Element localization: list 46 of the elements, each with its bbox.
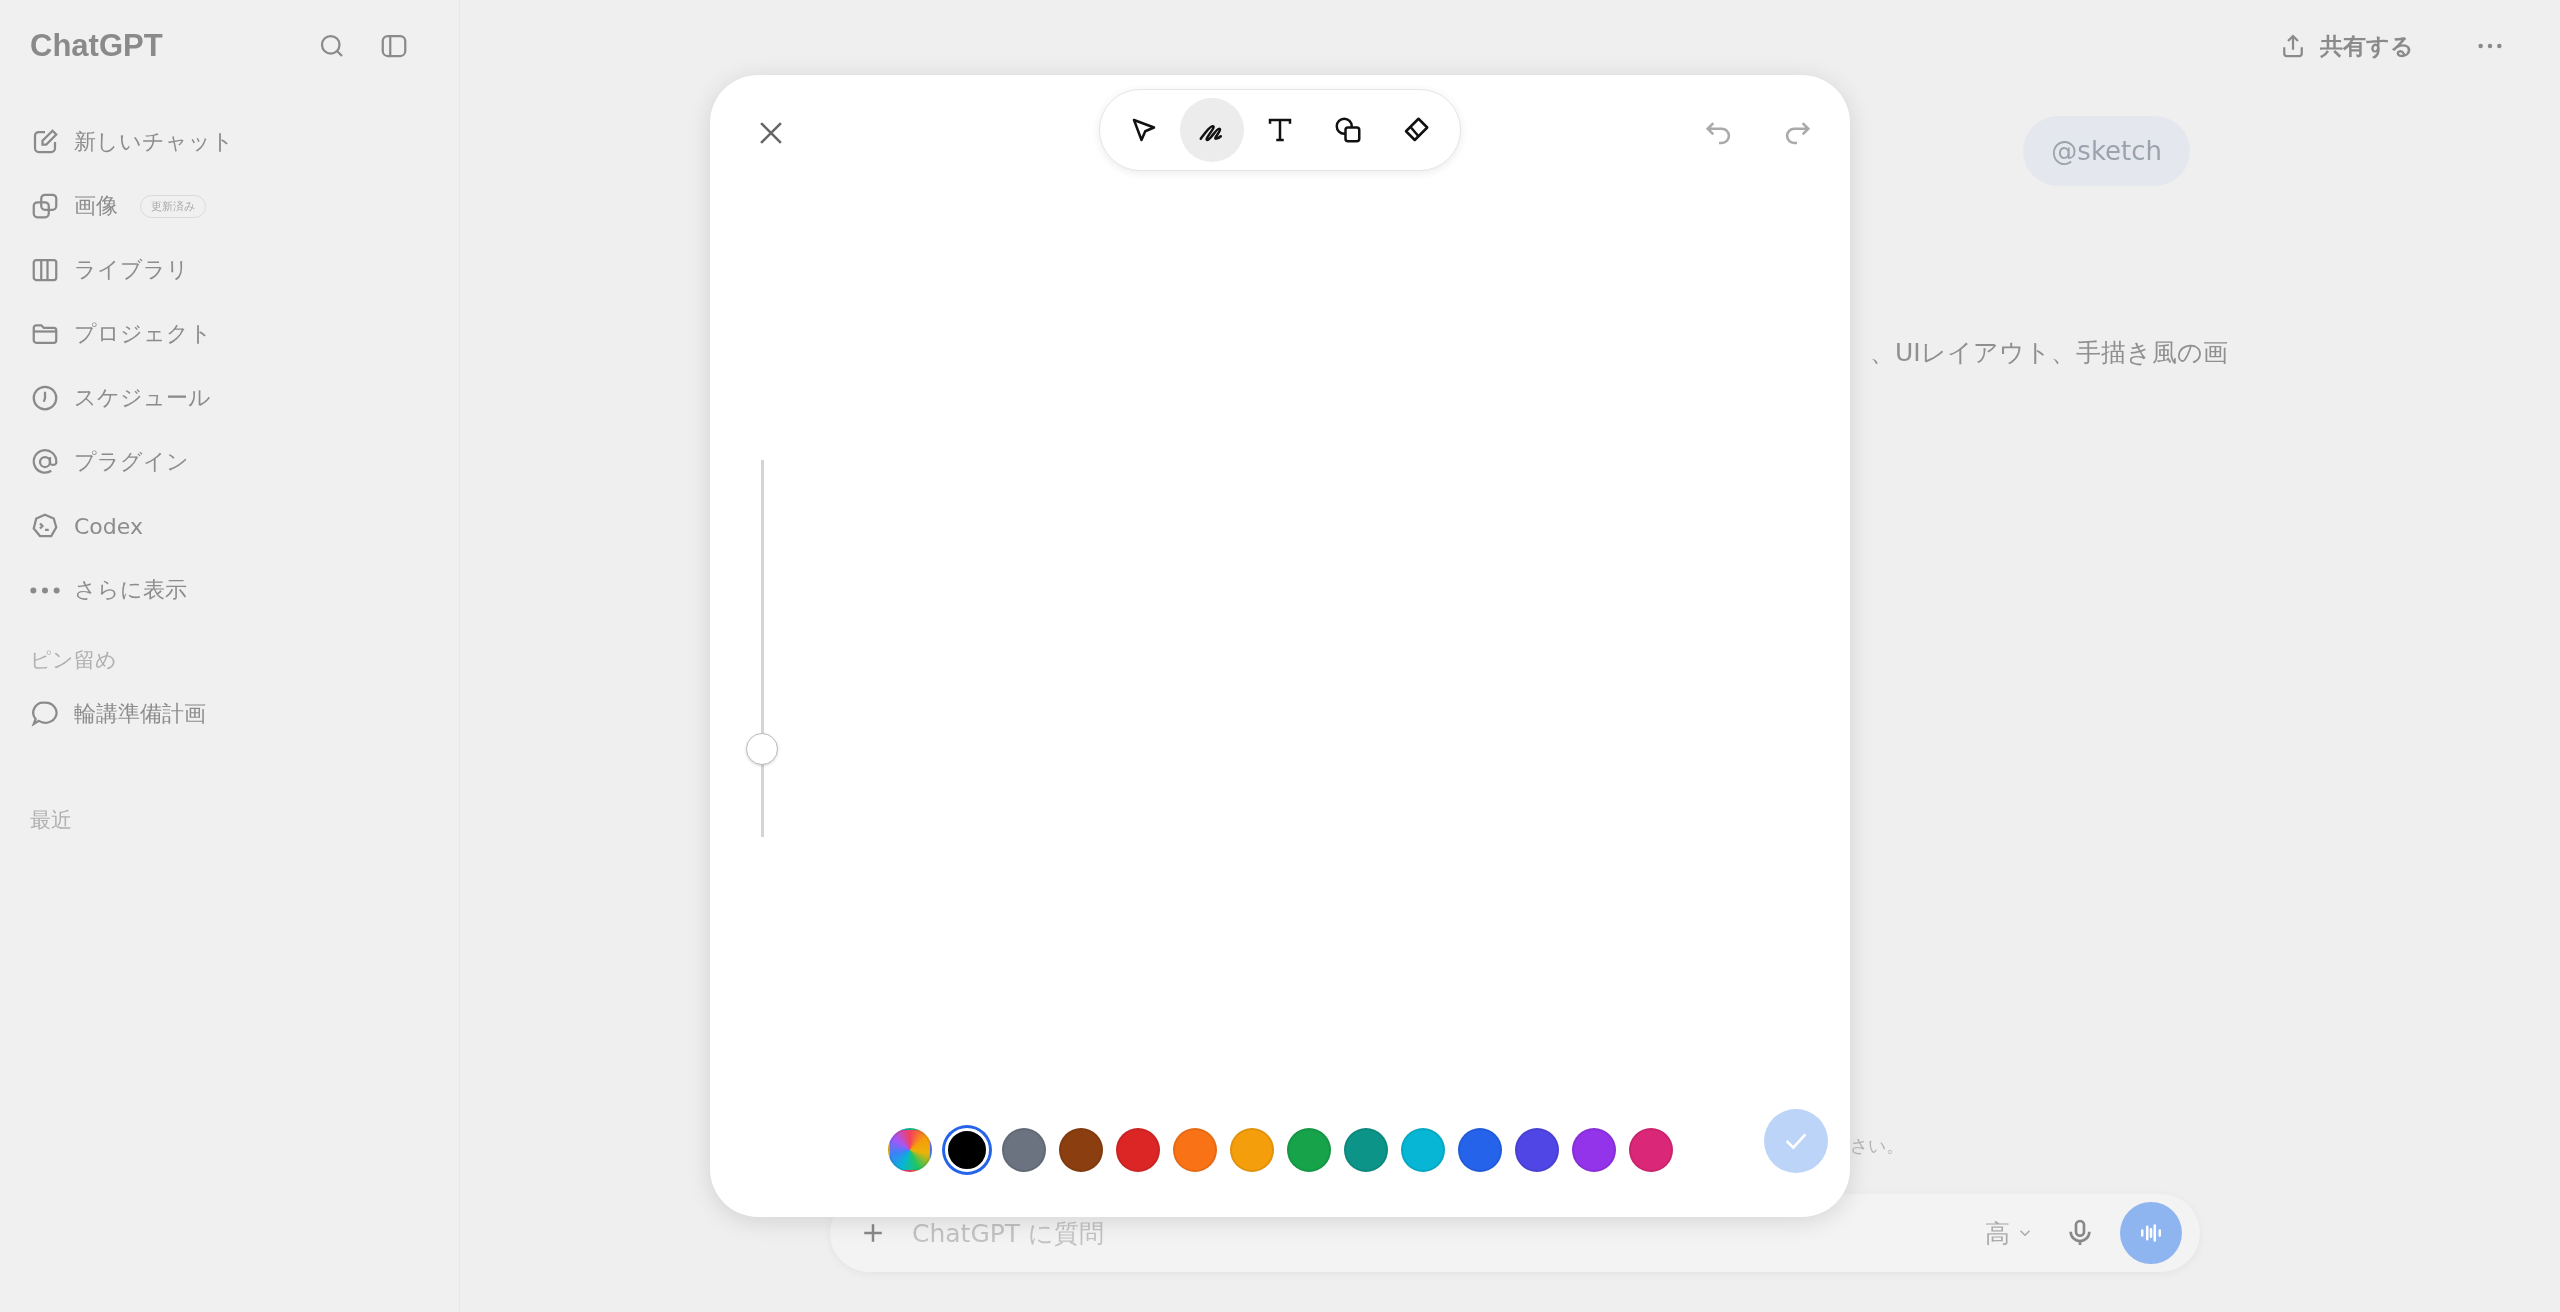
- clock-icon: [30, 383, 60, 413]
- model-dropdown[interactable]: 高: [1979, 1215, 2040, 1251]
- color-swatch[interactable]: [1115, 1128, 1160, 1172]
- user-message: @sketch: [2023, 116, 2190, 186]
- color-picker-button[interactable]: [887, 1128, 932, 1172]
- sidebar-item[interactable]: Codex: [30, 494, 429, 558]
- section-heading: ピン留め: [30, 647, 118, 674]
- at-sign-icon: [30, 447, 60, 477]
- sidebar-item[interactable]: さらに表示: [30, 558, 429, 622]
- color-swatch[interactable]: [1229, 1128, 1274, 1172]
- color-swatch[interactable]: [1400, 1128, 1445, 1172]
- color-swatch[interactable]: [1343, 1128, 1388, 1172]
- color-swatch[interactable]: [1172, 1128, 1217, 1172]
- sidebar-item-label: ライブラリ: [74, 256, 189, 284]
- disclaimer-text: さい。: [1850, 1134, 1905, 1158]
- app-title: ChatGPT: [30, 28, 163, 64]
- pinned-chat-label: 輪講準備計画: [74, 700, 206, 728]
- sidebar-item[interactable]: 画像 更新済み: [30, 174, 429, 238]
- images-icon: [30, 191, 60, 221]
- color-swatch[interactable]: [1058, 1128, 1103, 1172]
- sidebar-item-label: プロジェクト: [74, 320, 212, 348]
- sidebar-item-label: 新しいチャット: [74, 128, 234, 156]
- share-button[interactable]: 共有する: [2272, 29, 2420, 63]
- sidebar-item[interactable]: プラグイン: [30, 430, 429, 494]
- color-swatch[interactable]: [1628, 1128, 1673, 1172]
- color-swatch[interactable]: [1514, 1128, 1559, 1172]
- more-icon: [30, 586, 60, 594]
- sidebar-item-label: 画像: [74, 192, 118, 220]
- slider-thumb[interactable]: [746, 733, 778, 765]
- sidebar-item-label: プラグイン: [74, 448, 189, 476]
- color-swatch[interactable]: [1457, 1128, 1502, 1172]
- color-swatch[interactable]: [1001, 1128, 1046, 1172]
- sidebar-item-label: Codex: [74, 513, 143, 539]
- chat-bubble-icon: [30, 699, 60, 729]
- assistant-message: 、UIレイアウト、手描き風の画: [1870, 337, 2228, 369]
- section-heading: 最近: [30, 807, 73, 834]
- sidebar-item-label: さらに表示: [74, 576, 187, 604]
- sidebar-item[interactable]: ライブラリ: [30, 238, 429, 302]
- shapes-icon: [1333, 115, 1363, 145]
- sidebar-item[interactable]: 新しいチャット: [30, 110, 429, 174]
- color-swatch[interactable]: [1286, 1128, 1331, 1172]
- sidebar-item-label: スケジュール: [74, 384, 211, 412]
- sidebar-item[interactable]: スケジュール: [30, 366, 429, 430]
- pinned-chat-item[interactable]: 輪講準備計画: [30, 682, 429, 746]
- sidebar-item[interactable]: プロジェクト: [30, 302, 429, 366]
- color-swatch[interactable]: [1571, 1128, 1616, 1172]
